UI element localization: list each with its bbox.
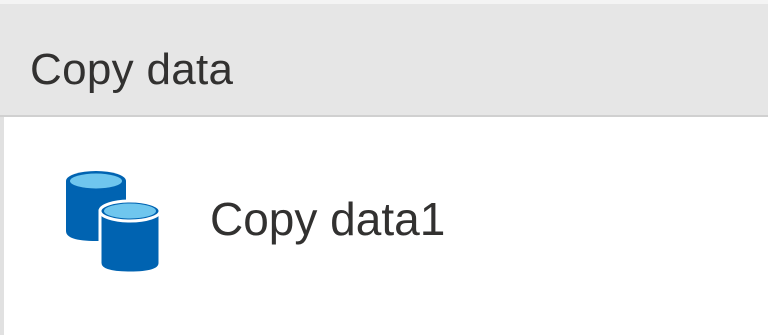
activity-item-copy-data1[interactable]: Copy data1 [0,117,768,335]
activity-label: Copy data1 [210,193,446,245]
copy-data-panel: Copy data Copy data1 [0,0,768,335]
database-front-icon [98,199,162,275]
panel-header: Copy data [0,4,768,117]
copy-data-icon [66,171,162,275]
panel-title: Copy data [30,45,234,94]
